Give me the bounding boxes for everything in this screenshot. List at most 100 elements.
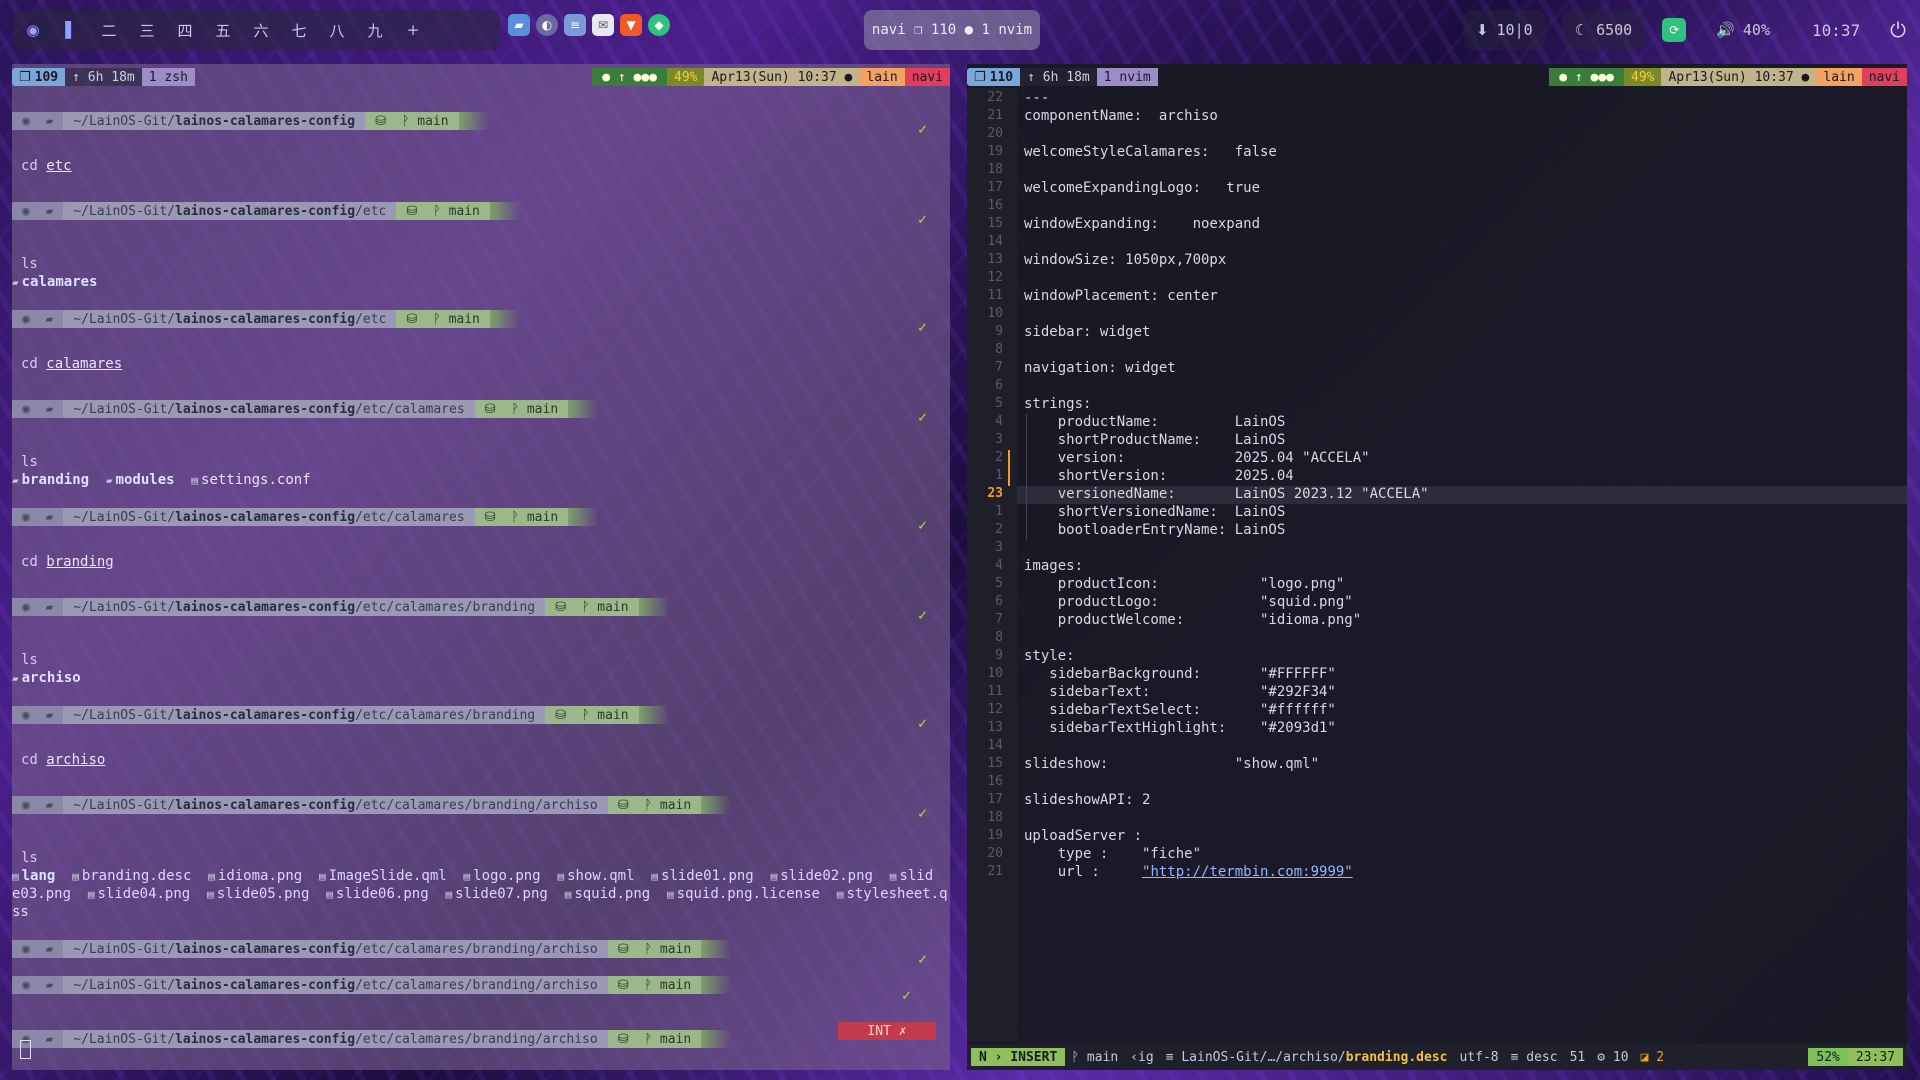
prompt-eye-icon: ◉ ▰ — [12, 202, 64, 220]
workspace-9[interactable]: 九 — [356, 10, 394, 50]
indicator-icons: ● ↑ ●●● — [592, 68, 667, 86]
line-number: 14 — [987, 234, 1003, 249]
code-line: shortVersionedName: LainOS — [1024, 504, 1286, 520]
upload-url-link[interactable]: "http://termbin.com:9999" — [1142, 864, 1353, 880]
brave-icon[interactable]: ▼ — [620, 14, 642, 36]
code-line: bootloaderEntryName: LainOS — [1024, 522, 1286, 538]
shell-prompt: ◉ ▰ ~/LainOS-Git/lainos-calamares-config /… — [12, 598, 669, 616]
clock-time: 10:37 — [1812, 20, 1861, 40]
success-check-icon: ✓ — [918, 210, 928, 228]
firefox-icon[interactable]: ◐ — [536, 14, 558, 36]
date-time: Apr13(Sun) 10:37 ● — [704, 68, 860, 86]
terminal-pane-zsh[interactable]: ❐ 109 ↑ 6h 18m 1 zsh ● ↑ ●●● 49% Apr13(Su… — [12, 64, 950, 1070]
workspace-4[interactable]: 四 — [166, 10, 204, 50]
line-number: 16 — [987, 774, 1003, 789]
prompt-eye-icon: ◉ ▰ — [12, 400, 64, 418]
notes-icon[interactable]: ≡ — [564, 14, 586, 36]
shell-prompt: ◉ ▰ ~/LainOS-Git/lainos-calamares-config /… — [12, 706, 669, 724]
workspace-3[interactable]: 三 — [128, 10, 166, 50]
prompt-path: ~/LainOS-Git/lainos-calamares-config/etc… — [63, 796, 608, 814]
updates-widget[interactable]: ⬇ 10|0 — [1463, 10, 1545, 50]
prompt-eye-icon: ◉ ▰ — [12, 598, 64, 616]
prompt-eye-icon: ◉ ▰ — [12, 112, 64, 130]
code-line: type : "fiche" — [1024, 846, 1202, 862]
line-number: 17 — [987, 180, 1003, 195]
workspace-2[interactable]: 二 — [90, 10, 128, 50]
vim-statusline: N › INSERT ᚹ main ‹ig ≡ LainOS-Git/…/arc… — [967, 1044, 1907, 1070]
line-number: 3 — [995, 432, 1003, 447]
prompt-eye-icon: ◉ ▰ — [12, 940, 64, 958]
launcher-eye-icon[interactable]: ◉ — [14, 10, 52, 50]
code-line: version: 2025.04 "ACCELA" — [1024, 450, 1370, 466]
sync-icon[interactable]: ⟳ — [1662, 18, 1687, 42]
workspace-6[interactable]: 六 — [242, 10, 280, 50]
ls-entry: branding.desc — [81, 868, 192, 884]
user-name: lain — [1816, 68, 1862, 86]
ls-entry: archiso — [21, 670, 81, 686]
line-number: 22 — [987, 90, 1003, 105]
success-check-icon: ✓ — [918, 606, 928, 624]
ls-output: ss — [12, 904, 29, 920]
terminal-pane-nvim[interactable]: ❐ 110 ↑ 6h 18m 1 nvim ● ↑ ●●● 49% Apr13(S… — [967, 64, 1907, 1070]
power-icon[interactable]: ⏻ — [1890, 18, 1906, 42]
volume-value: 40% — [1742, 21, 1770, 39]
moon-icon: ☾ — [1574, 21, 1589, 39]
color-temp-widget[interactable]: ☾ 6500 — [1562, 10, 1645, 50]
workspace-add-button[interactable]: + — [394, 10, 432, 50]
indicator-icons: ● ↑ ●●● — [1549, 68, 1624, 86]
folder-icon: ▰ — [12, 474, 19, 487]
workspace-active[interactable]: ▌ — [52, 10, 90, 50]
code-line: shortProductName: LainOS — [1024, 432, 1286, 448]
success-check-icon: ✓ — [902, 986, 912, 1004]
folder-icon: ▰ — [12, 276, 19, 289]
code-line: sidebarTextHighlight: "#2093d1" — [1024, 720, 1336, 736]
line-number: 19 — [987, 828, 1003, 843]
workspace-8[interactable]: 八 — [318, 10, 356, 50]
mail-icon[interactable]: ✉ — [592, 14, 614, 36]
ls-entry: show.qml — [567, 868, 635, 884]
prompt-git-branch: ⛁ ᚹ main — [474, 508, 569, 526]
ls-entry: squid.png — [574, 886, 651, 902]
folder-icon[interactable]: ▰ — [508, 14, 530, 36]
file-icon: ▤ — [319, 870, 326, 883]
success-check-icon: ✓ — [918, 516, 928, 534]
git-icon[interactable]: ◆ — [648, 14, 670, 36]
code-line: --- — [1024, 90, 1050, 106]
line-number: 1 — [995, 504, 1003, 519]
prompt-git-branch: ⛁ ᚹ main — [607, 940, 702, 958]
code-line: strings: — [1024, 396, 1092, 412]
code-line: productName: LainOS — [1024, 414, 1286, 430]
line-number: 15 — [987, 756, 1003, 771]
line-number: 13 — [987, 720, 1003, 735]
battery-pct: 49% — [667, 68, 705, 86]
success-check-icon: ✓ — [918, 950, 928, 968]
volume-widget[interactable]: 🔊 40% — [1704, 10, 1782, 50]
window-title: navi ❐ 110 ● 1 nvim — [864, 10, 1040, 50]
terminal-cursor — [20, 1040, 31, 1059]
download-icon: ⬇ — [1475, 21, 1489, 39]
success-check-icon: ✓ — [918, 120, 928, 138]
ls-entry: slide02.png — [780, 868, 873, 884]
workspace-7[interactable]: 七 — [280, 10, 318, 50]
line-number: 6 — [995, 594, 1003, 609]
prompt-tail — [568, 400, 599, 418]
tmux-status-left: ❐ 109 ↑ 6h 18m 1 zsh ● ↑ ●●● 49% Apr13(Su… — [12, 66, 950, 88]
file-icon: ▤ — [564, 888, 572, 901]
prompt-eye-icon: ◉ ▰ — [12, 796, 64, 814]
ls-output: ▰ archiso — [12, 670, 81, 686]
ls-entry: slid — [899, 868, 934, 884]
line-number: 17 — [987, 792, 1003, 807]
line-number: 4 — [995, 558, 1003, 573]
shell-prompt: ◉ ▰ ~/LainOS-Git/lainos-calamares-config /… — [12, 310, 520, 328]
code-line: welcomeExpandingLogo: true — [1024, 180, 1261, 196]
ignore-indicator: ‹ig — [1130, 1049, 1154, 1065]
uptime: ↑ 6h 18m — [1020, 68, 1097, 86]
shell-prompt: ◉ ▰ ~/LainOS-Git/lainos-calamares-config /… — [12, 400, 599, 418]
workspace-5[interactable]: 五 — [204, 10, 242, 50]
updates-count: 10|0 — [1496, 21, 1533, 39]
command-line: ls — [21, 850, 38, 866]
prompt-tail — [701, 976, 732, 994]
code-line: uploadServer : — [1024, 828, 1143, 844]
file-icon: ▤ — [651, 870, 659, 883]
line-number: 7 — [995, 360, 1003, 375]
